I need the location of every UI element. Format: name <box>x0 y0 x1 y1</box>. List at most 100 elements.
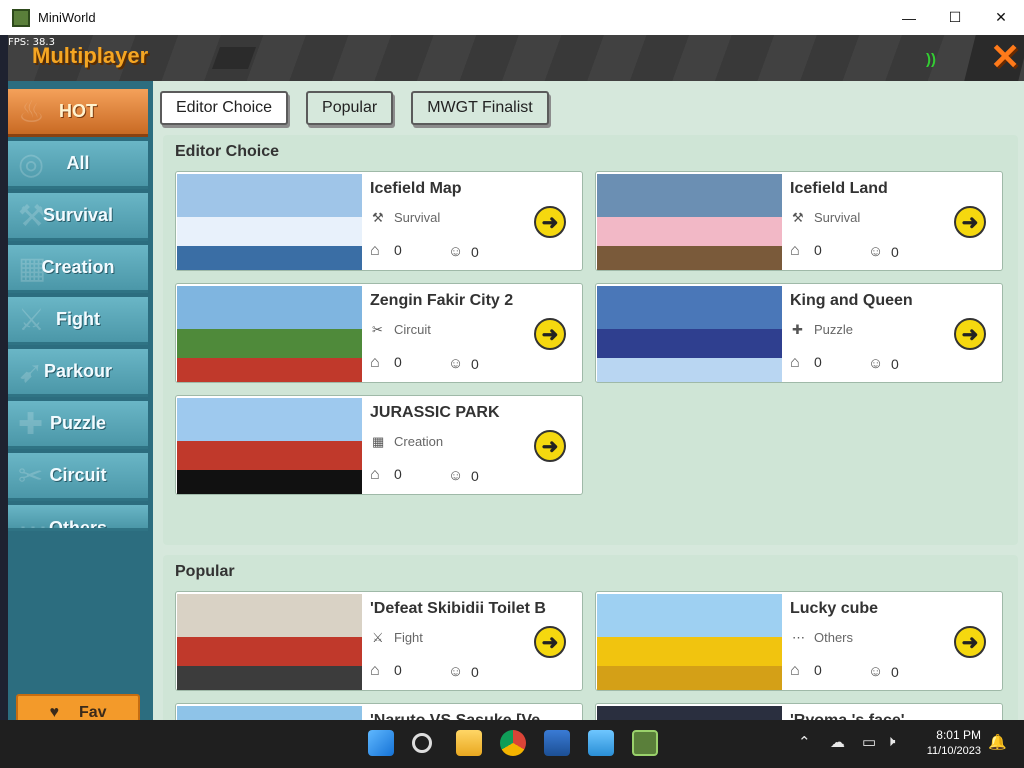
sidebar-item-label: Parkour <box>43 361 113 381</box>
play-count: 0 <box>394 242 402 258</box>
map-card[interactable]: Icefield Land ⚒ Survival ⌂ 0 ☺ 0 ➜ <box>595 171 1003 271</box>
heart-icon: ♥ <box>49 704 59 720</box>
home-icon: ⌂ <box>370 354 380 371</box>
player-icon: ☺ <box>868 355 884 372</box>
minimize-button[interactable]: — <box>886 0 932 35</box>
player-icon: ☺ <box>448 663 464 680</box>
notepad-icon[interactable] <box>588 730 614 756</box>
sidebar-item-parkour[interactable]: ➹ Parkour <box>8 349 148 397</box>
volume-icon[interactable]: 🕨 <box>886 733 895 750</box>
sidebar-item-label: Fight <box>56 309 100 329</box>
chevron-up-icon[interactable]: ⌃ <box>798 733 811 751</box>
map-card[interactable]: Zengin Fakir City 2 ✂ Circuit ⌂ 0 ☺ 0 ➜ <box>175 283 583 383</box>
tab-editor-choice[interactable]: Editor Choice <box>160 91 289 125</box>
map-card[interactable]: 'Naruto VS Sasuke [Ve⚔Fight⌂0☺0➜ <box>175 703 583 720</box>
map-name: Icefield Land <box>790 180 888 197</box>
map-card[interactable]: Lucky cube ⋯ Others ⌂ 0 ☺ 0 ➜ <box>595 591 1003 691</box>
close-game-button[interactable]: ✕ <box>990 37 1020 77</box>
map-name: Lucky cube <box>790 600 879 617</box>
sidebar-item-hot[interactable]: ♨ HOT <box>8 89 148 137</box>
map-name: Zengin Fakir City 2 <box>370 292 514 309</box>
map-list[interactable]: Editor Choice Icefield Map ⚒ Survival ⌂ 0 ☺ 0 ➜ I… <box>163 135 1018 720</box>
header-decoration <box>211 47 257 69</box>
windows-taskbar: ⌃ ☁ ▭ 🕨 8:01 PM 11/10/2023 🔔 <box>0 720 1024 768</box>
sidebar-item-label: Others <box>48 518 108 531</box>
player-count: 0 <box>471 244 479 260</box>
file-explorer-icon[interactable] <box>456 730 482 756</box>
miniworld-icon[interactable] <box>632 730 658 756</box>
sidebar-item-survival[interactable]: ⚒ Survival <box>8 193 148 241</box>
category-icon: ✂ <box>372 322 383 337</box>
filter-tabs: Editor Choice Popular MWGT Finalist <box>160 91 549 125</box>
map-thumbnail[interactable] <box>597 286 782 382</box>
play-count: 0 <box>394 466 402 482</box>
map-thumbnail[interactable] <box>597 594 782 690</box>
signal-icon: )) <box>926 51 936 68</box>
map-name: JURASSIC PARK <box>370 404 500 421</box>
notification-bell-icon[interactable]: 🔔 <box>988 733 1007 751</box>
sidebar-item-others[interactable]: ⋯ Others <box>8 505 148 531</box>
map-name: 'Naruto VS Sasuke [Ve <box>370 712 540 720</box>
map-thumbnail[interactable] <box>597 174 782 270</box>
category-icon: ⚒ <box>792 210 804 225</box>
network-icon[interactable]: ☁ <box>830 733 845 751</box>
map-card[interactable]: Icefield Map ⚒ Survival ⌂ 0 ☺ 0 ➜ <box>175 171 583 271</box>
sword-icon: ⚔ <box>18 304 45 337</box>
search-icon[interactable] <box>412 733 432 753</box>
map-thumbnail[interactable] <box>177 398 362 494</box>
home-icon: ⌂ <box>370 242 380 259</box>
map-category: Creation <box>394 434 444 449</box>
close-window-button[interactable]: ✕ <box>978 0 1024 35</box>
map-card[interactable]: King and Queen ✚ Puzzle ⌂ 0 ☺ 0 ➜ <box>595 283 1003 383</box>
enter-map-button[interactable]: ➜ <box>954 626 986 658</box>
enter-map-button[interactable]: ➜ <box>534 206 566 238</box>
screen: MiniWorld — ☐ ✕ FPS: 38.3 Multiplayer ))… <box>0 0 1024 768</box>
arrow-right-icon: ➜ <box>961 211 979 234</box>
player-icon: ☺ <box>448 243 464 260</box>
map-thumbnail[interactable] <box>597 706 782 720</box>
enter-map-button[interactable]: ➜ <box>534 626 566 658</box>
fps-counter: FPS: 38.3 <box>8 37 55 48</box>
map-thumbnail[interactable] <box>177 286 362 382</box>
display-icon[interactable]: ▭ <box>862 733 876 751</box>
sidebar-item-all[interactable]: ◎ All <box>8 141 148 189</box>
enter-map-button[interactable]: ➜ <box>954 206 986 238</box>
map-category: Survival <box>394 210 441 225</box>
sidebar-item-fight[interactable]: ⚔ Fight <box>8 297 148 345</box>
multiplayer-header: Multiplayer )) ✕ <box>8 35 1024 81</box>
clock-time[interactable]: 8:01 PM <box>919 728 981 742</box>
remote-desktop-icon[interactable] <box>544 730 570 756</box>
enter-map-button[interactable]: ➜ <box>534 318 566 350</box>
map-card[interactable]: 'Ryoma 's face'⚔Fight⌂0☺0➜ <box>595 703 1003 720</box>
fav-button[interactable]: ♥ Fav <box>16 694 140 720</box>
tab-popular[interactable]: Popular <box>306 91 394 125</box>
home-icon: ⌂ <box>370 662 380 679</box>
clock-date[interactable]: 11/10/2023 <box>919 745 981 757</box>
all-icon: ◎ <box>18 148 45 181</box>
play-count: 0 <box>814 662 822 678</box>
player-count: 0 <box>471 468 479 484</box>
section-title: Editor Choice <box>175 143 280 160</box>
windows-start-icon[interactable] <box>368 730 394 756</box>
pickaxe-icon: ⚒ <box>18 200 45 233</box>
enter-map-button[interactable]: ➜ <box>954 318 986 350</box>
sidebar-item-puzzle[interactable]: ✚ Puzzle <box>8 401 148 449</box>
tab-mwgt-finalist[interactable]: MWGT Finalist <box>411 91 549 125</box>
sidebar-item-creation[interactable]: ▦ Creation <box>8 245 148 293</box>
map-thumbnail[interactable] <box>177 706 362 720</box>
sidebar-item-label: All <box>66 153 90 173</box>
sidebar-item-circuit[interactable]: ✂ Circuit <box>8 453 148 501</box>
dots-icon: ⋯ <box>18 512 48 531</box>
map-card[interactable]: 'Defeat Skibidii Toilet B ⚔ Fight ⌂ 0 ☺ 0 ➜ <box>175 591 583 691</box>
map-thumbnail[interactable] <box>177 174 362 270</box>
home-icon: ⌂ <box>370 466 380 483</box>
player-count: 0 <box>891 664 899 680</box>
player-icon: ☺ <box>448 467 464 484</box>
map-thumbnail[interactable] <box>177 594 362 690</box>
chrome-icon[interactable] <box>500 730 526 756</box>
map-category: Puzzle <box>814 322 854 337</box>
map-card[interactable]: JURASSIC PARK ▦ Creation ⌂ 0 ☺ 0 ➜ <box>175 395 583 495</box>
puzzle-icon: ✚ <box>18 408 44 441</box>
enter-map-button[interactable]: ➜ <box>534 430 566 462</box>
maximize-button[interactable]: ☐ <box>932 0 978 35</box>
